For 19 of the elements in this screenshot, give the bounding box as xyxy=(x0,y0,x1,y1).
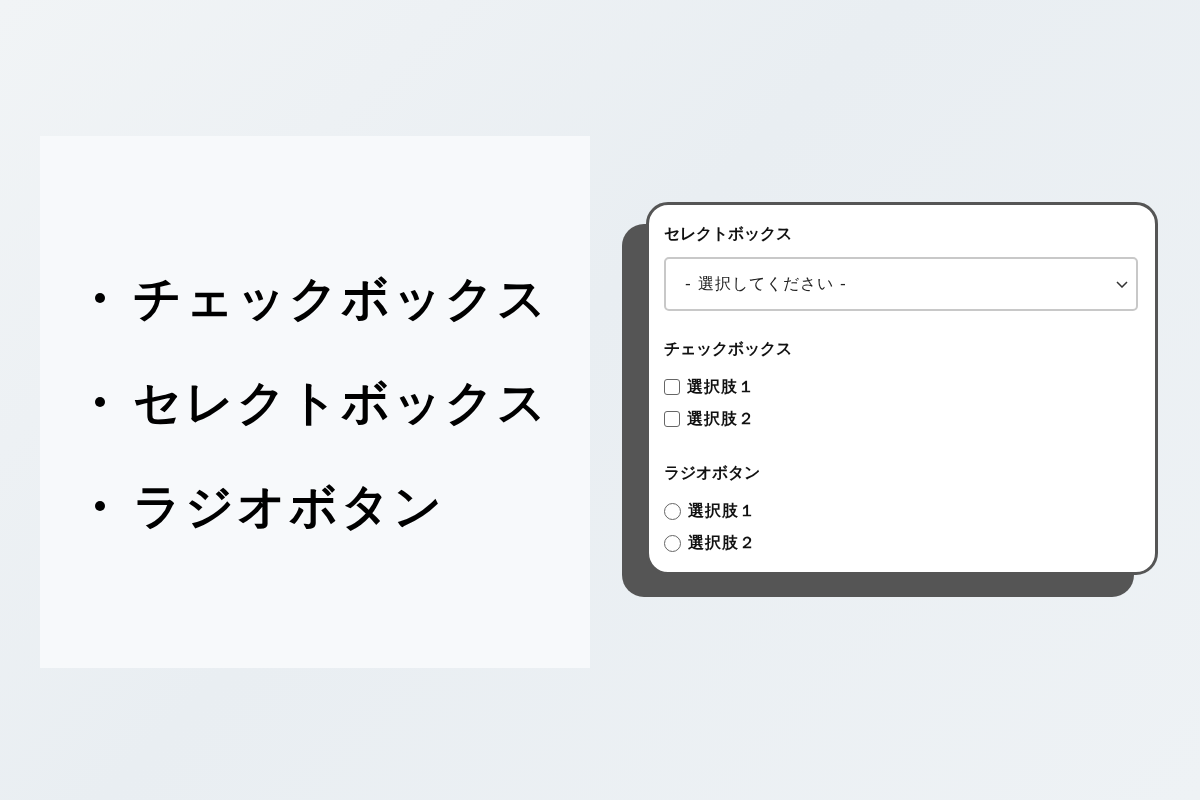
section-label: チェックボックス xyxy=(664,338,792,360)
checkbox[interactable] xyxy=(664,411,680,427)
radio-label: 選択肢２ xyxy=(688,532,756,554)
radio-button[interactable] xyxy=(664,502,681,520)
list-item: セレクトボックス xyxy=(133,374,549,430)
bullet-icon xyxy=(95,501,105,511)
bullet-icon xyxy=(95,397,105,407)
checkbox-label: 選択肢２ xyxy=(687,408,755,430)
list-item: チェックボックス xyxy=(133,270,549,326)
checkbox-label: 選択肢１ xyxy=(687,376,755,398)
radio-button[interactable] xyxy=(664,534,681,552)
radio-label: 選択肢１ xyxy=(688,500,756,522)
list-item: ラジオボタン xyxy=(133,478,445,534)
chevron-down-icon xyxy=(1116,280,1128,288)
checkbox[interactable] xyxy=(664,379,680,395)
section-label: セレクトボックス xyxy=(664,223,792,245)
section-label: ラジオボタン xyxy=(664,462,760,484)
bullet-icon xyxy=(95,293,105,303)
select-field[interactable]: - 選択してください - xyxy=(664,257,1138,311)
